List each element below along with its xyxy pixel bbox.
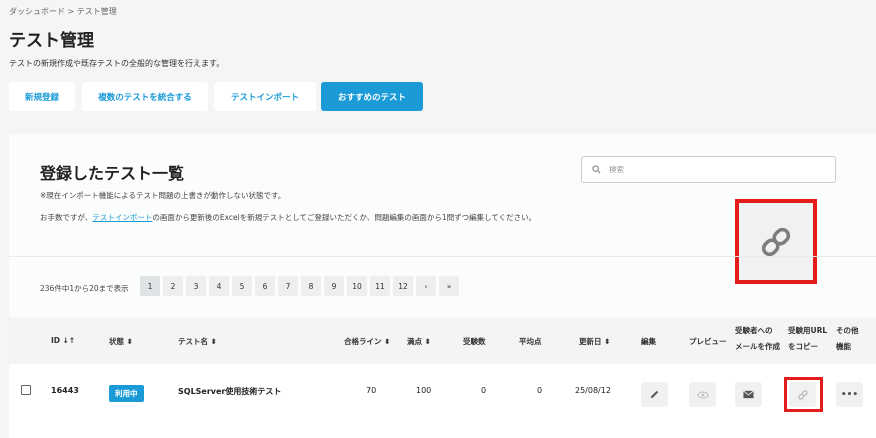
search-input[interactable] xyxy=(609,165,809,174)
row-id: 16443 xyxy=(51,386,79,395)
col-edit: 編集 xyxy=(641,337,656,346)
col-mail: 受験者への メールを作成 xyxy=(735,323,780,355)
list-title: 登録したテスト一覧 xyxy=(40,164,185,183)
test-import-button[interactable]: テストインポート xyxy=(214,82,316,111)
row-test-name[interactable]: SQLServer使用技術テスト xyxy=(178,386,281,397)
pagination-info: 236件中1から20まで表示 xyxy=(40,284,129,293)
page-description: テストの新規作成や既存テストの全般的な管理を行えます。 xyxy=(9,59,225,68)
page-button[interactable]: 5 xyxy=(232,276,252,296)
edit-button[interactable] xyxy=(641,382,668,407)
import-warning-note: ※現在インポート機能によるテスト問題の上書きが動作しない状態です。 xyxy=(40,191,286,200)
row-examinees: 0 xyxy=(481,386,487,395)
col-url-line2: をコピー xyxy=(788,342,818,351)
col-url: 受験用URL をコピー xyxy=(788,323,827,355)
page-button[interactable]: 3 xyxy=(186,276,206,296)
table-row: 16443 利用中 SQLServer使用技術テスト 70 100 0 0 25… xyxy=(9,364,876,438)
col-preview: プレビュー xyxy=(689,337,727,346)
page-button[interactable]: 8 xyxy=(301,276,321,296)
col-other: その他 機能 xyxy=(836,323,859,355)
test-list-card: 登録したテスト一覧 ※現在インポート機能によるテスト問題の上書きが動作しない状態… xyxy=(9,134,876,438)
envelope-icon xyxy=(743,390,754,399)
note-suffix: の画面から更新後のExcelを新規テストとしてご登録いただくか、問題編集の画面か… xyxy=(152,213,537,222)
recommended-tests-button[interactable]: おすすめのテスト xyxy=(321,82,423,111)
col-other-line1: その他 xyxy=(836,326,859,335)
col-full-score[interactable]: 満点 ⬍ xyxy=(407,336,431,347)
create-mail-button[interactable] xyxy=(735,382,762,407)
row-checkbox[interactable] xyxy=(21,385,31,395)
row-full-score: 100 xyxy=(416,386,432,395)
page-button[interactable]: 4 xyxy=(209,276,229,296)
merge-tests-button[interactable]: 複数のテストを統合する xyxy=(82,82,208,111)
row-pass-line: 70 xyxy=(366,386,377,395)
col-id[interactable]: ID ↓↑ xyxy=(51,336,75,345)
more-options-button[interactable]: ••• xyxy=(836,382,863,407)
col-pass-line[interactable]: 合格ライン ⬍ xyxy=(344,336,390,347)
page-button[interactable]: 7 xyxy=(278,276,298,296)
page-button[interactable]: 12 xyxy=(393,276,413,296)
preview-button[interactable] xyxy=(689,382,716,407)
page-title: テスト管理 xyxy=(9,31,94,51)
link-icon xyxy=(761,227,791,256)
search-icon xyxy=(592,165,601,174)
table-header: ID ↓↑ 状態 ⬍ テスト名 ⬍ 合格ライン ⬍ 満点 ⬍ 受験数 平均点 更… xyxy=(9,317,876,364)
pencil-icon xyxy=(650,390,659,399)
link-icon-highlight xyxy=(735,199,817,284)
col-examinees: 受験数 xyxy=(463,337,486,346)
test-import-link[interactable]: テストインポート xyxy=(92,213,152,222)
search-box xyxy=(581,156,836,183)
col-mail-line1: 受験者への xyxy=(735,326,773,335)
col-other-line2: 機能 xyxy=(836,342,851,351)
row-average: 0 xyxy=(537,386,543,395)
col-average: 平均点 xyxy=(519,337,542,346)
last-page-button[interactable]: » xyxy=(439,276,459,296)
col-mail-line2: メールを作成 xyxy=(735,342,780,351)
page-button[interactable]: 9 xyxy=(324,276,344,296)
breadcrumb: ダッシュボード > テスト管理 xyxy=(9,7,117,16)
page-button[interactable]: 10 xyxy=(347,276,367,296)
page-button[interactable]: 1 xyxy=(140,276,160,296)
col-name[interactable]: テスト名 ⬍ xyxy=(178,336,217,347)
new-test-button[interactable]: 新規登録 xyxy=(9,82,75,111)
col-status[interactable]: 状態 ⬍ xyxy=(109,336,133,347)
note-prefix: お手数ですが、 xyxy=(40,213,93,222)
pagination: 1 2 3 4 5 6 7 8 9 10 11 12 › » xyxy=(140,276,459,296)
status-badge: 利用中 xyxy=(109,385,144,402)
import-instruction-note: お手数ですが、テストインポートの画面から更新後のExcelを新規テストとしてご登… xyxy=(40,212,536,223)
section-divider xyxy=(9,256,876,257)
col-updated[interactable]: 更新日 ⬍ xyxy=(579,336,610,347)
page-button[interactable]: 2 xyxy=(163,276,183,296)
page-button[interactable]: 6 xyxy=(255,276,275,296)
next-page-button[interactable]: › xyxy=(416,276,436,296)
copy-url-highlight xyxy=(784,377,823,412)
page-button[interactable]: 11 xyxy=(370,276,390,296)
row-updated: 25/08/12 xyxy=(575,386,611,395)
col-url-line1: 受験用URL xyxy=(788,326,828,335)
eye-icon xyxy=(697,391,708,398)
